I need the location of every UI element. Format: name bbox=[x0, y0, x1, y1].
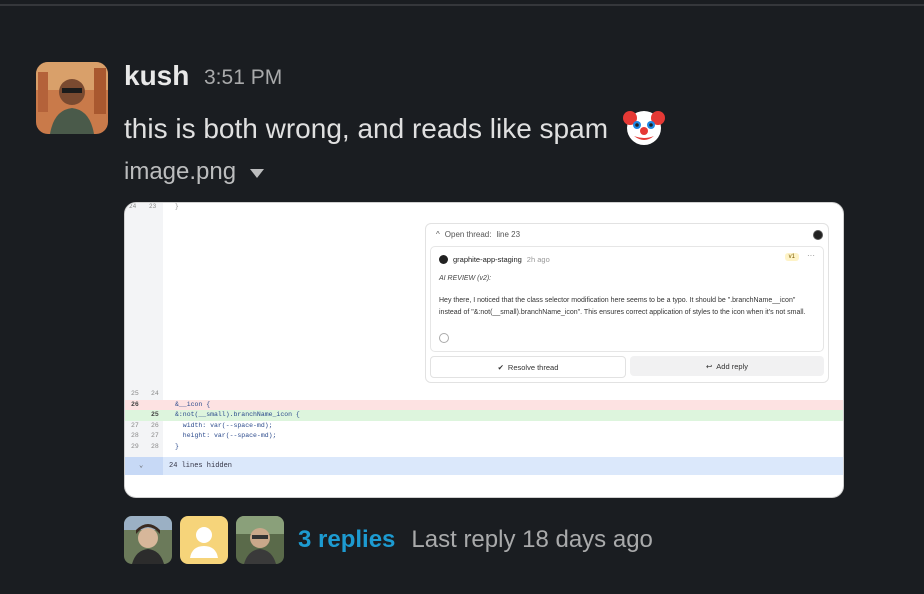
diff-line: 28 27 height: var(--space-md); bbox=[125, 431, 843, 442]
diff-line-added: 25 &:not(__small).branchName_icon { bbox=[125, 410, 843, 421]
hidden-lines-label: 24 lines hidden bbox=[169, 462, 233, 470]
reply-count-link[interactable]: 3 replies bbox=[298, 526, 395, 554]
new-line-number: 24 bbox=[151, 390, 159, 397]
code-text: &__icon { bbox=[175, 400, 211, 408]
line-number: 24 bbox=[129, 203, 137, 210]
code-diff: 25 24 26 &__icon { 25 &:not(__small).bra… bbox=[125, 389, 843, 452]
attachment-image-preview[interactable]: 24 23 } ^ Open thread: line 23 graphite-… bbox=[124, 202, 844, 498]
diff-line: 25 24 bbox=[125, 389, 843, 400]
comment-time: 2h ago bbox=[526, 255, 550, 264]
chevron-down-icon[interactable]: ⌄ bbox=[139, 457, 143, 475]
old-line-number: 28 bbox=[131, 432, 139, 439]
resolve-label: Resolve thread bbox=[507, 362, 559, 372]
clown-face-emoji-icon[interactable] bbox=[622, 104, 666, 148]
new-line-number: 27 bbox=[151, 432, 159, 439]
message-body: this is both wrong, and reads like spam bbox=[124, 113, 609, 144]
diff-line-deleted: 26 &__icon { bbox=[125, 399, 843, 410]
new-line-number: 25 bbox=[151, 411, 159, 418]
reply-arrow-icon: ↩ bbox=[706, 361, 713, 371]
comment-title: AI REVIEW (v2): bbox=[439, 275, 492, 282]
thread-header[interactable]: ^ Open thread: line 23 bbox=[436, 230, 520, 239]
attachment-filename: image.png bbox=[124, 158, 237, 185]
diff-line: 27 26 width: var(--space-md); bbox=[125, 421, 843, 432]
expand-hidden-lines[interactable]: ⌄ 24 lines hidden bbox=[125, 457, 843, 475]
old-line-number: 26 bbox=[131, 400, 139, 408]
chevron-up-icon: ^ bbox=[436, 230, 440, 239]
resolve-thread-button[interactable]: ✔ Resolve thread bbox=[430, 356, 626, 378]
new-line-number: 26 bbox=[151, 421, 159, 429]
message-text: this is both wrong, and reads like spam bbox=[124, 104, 666, 148]
code-text: width: var(--space-md); bbox=[175, 421, 273, 429]
version-badge: v1 bbox=[784, 253, 799, 261]
top-divider bbox=[0, 4, 924, 6]
message-timestamp[interactable]: 3:51 PM bbox=[204, 66, 282, 90]
comment-body: Hey there, I noticed that the class sele… bbox=[439, 297, 806, 316]
old-line-number: 29 bbox=[131, 442, 139, 450]
old-line-number: 27 bbox=[131, 421, 139, 429]
reply-avatar[interactable] bbox=[236, 516, 284, 564]
code-text: height: var(--space-md); bbox=[175, 432, 277, 439]
thread-summary[interactable]: 3 replies Last reply 18 days ago bbox=[124, 516, 653, 564]
review-thread: ^ Open thread: line 23 graphite-app-stag… bbox=[425, 223, 829, 383]
top-code-line: 24 23 } bbox=[125, 203, 843, 211]
github-icon bbox=[814, 231, 822, 239]
author-avatar[interactable] bbox=[36, 62, 108, 134]
caret-down-icon[interactable] bbox=[250, 168, 265, 178]
line-number: 23 bbox=[149, 203, 157, 210]
last-reply-time: Last reply 18 days ago bbox=[411, 526, 653, 553]
comment-author-row: graphite-app-staging 2h ago bbox=[439, 255, 550, 264]
github-icon bbox=[439, 255, 448, 264]
reply-avatar-placeholder[interactable] bbox=[180, 516, 228, 564]
attachment-toggle[interactable]: image.png bbox=[124, 158, 265, 186]
author-name[interactable]: kush bbox=[124, 60, 189, 92]
comment-author: graphite-app-staging bbox=[453, 255, 522, 264]
emoji-reaction-icon[interactable] bbox=[439, 333, 449, 343]
old-line-number: 25 bbox=[131, 390, 139, 397]
code-text: } bbox=[175, 203, 179, 210]
diff-line: 29 28 } bbox=[125, 442, 843, 453]
hidden-row-gutter bbox=[125, 457, 163, 475]
check-icon: ✔ bbox=[497, 362, 504, 372]
code-text: } bbox=[175, 442, 179, 450]
reply-avatar[interactable] bbox=[124, 516, 172, 564]
code-text: &:not(__small).branchName_icon { bbox=[175, 411, 300, 418]
thread-line: line 23 bbox=[496, 230, 521, 239]
review-comment: graphite-app-staging 2h ago v1 ··· AI RE… bbox=[430, 246, 824, 352]
add-reply-button[interactable]: ↩ Add reply bbox=[630, 356, 824, 376]
thread-header-label: Open thread: bbox=[444, 230, 492, 239]
reply-label: Add reply bbox=[716, 361, 748, 371]
more-options-icon[interactable]: ··· bbox=[807, 251, 815, 260]
new-line-number: 28 bbox=[151, 442, 159, 450]
